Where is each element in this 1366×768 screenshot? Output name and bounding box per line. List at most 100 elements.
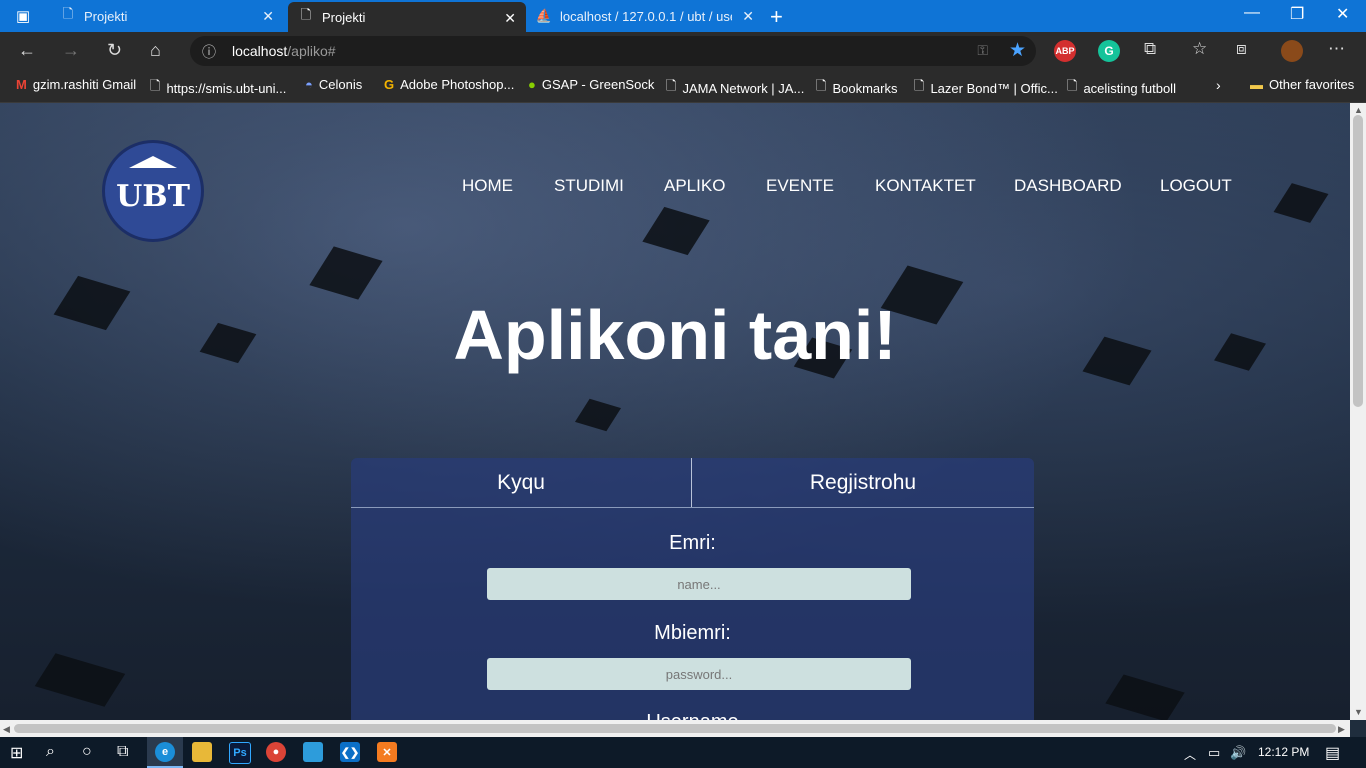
address-toolbar: ← → ↻ ⌂ ⓘ localhost/apliko# ⚿ ★ ABP G ⧉ … (0, 32, 1366, 70)
cortana-icon[interactable]: ○ (82, 743, 92, 761)
page-icon: 🗋 (150, 78, 161, 93)
grammarly-icon[interactable]: G (1098, 40, 1120, 62)
adblock-plus-icon[interactable]: ABP (1054, 40, 1076, 62)
tab-regjistrohu[interactable]: Regjistrohu (692, 458, 1034, 507)
graduation-cap-decoration (574, 398, 622, 432)
bookmark-item[interactable]: 🗋 https://smis.ubt-uni... (150, 77, 286, 99)
application-form-card: Kyqu Regjistrohu Emri: Mbiemri: Username (351, 458, 1034, 720)
back-icon[interactable]: ← (18, 40, 36, 61)
bookmark-item[interactable]: 🗋 Bookmarks (816, 77, 897, 99)
scroll-thumb[interactable] (1353, 115, 1363, 407)
other-favorites[interactable]: ▬ Other favorites (1250, 77, 1354, 92)
gmail-icon: M (16, 77, 27, 92)
tab-projekti-1[interactable]: 🗋 Projekti ✕ (50, 0, 284, 32)
photoshop-icon[interactable]: Ps (229, 742, 251, 764)
nav-evente[interactable]: EVENTE (766, 176, 834, 196)
forward-icon[interactable]: → (62, 40, 80, 61)
page-icon: 🗋 (816, 78, 827, 93)
tab-title: Projekti (322, 9, 366, 25)
tab-title: localhost / 127.0.0.1 / ubt / users (560, 8, 732, 24)
graduation-cap-decoration (34, 653, 126, 707)
minimize-icon[interactable]: — (1244, 4, 1260, 22)
windows-start-icon[interactable]: ⊞ (10, 743, 23, 763)
vscode-icon[interactable]: ❮❯ (340, 742, 360, 762)
bookmark-item[interactable]: 🗋 Lazer Bond™ | Offic... (914, 77, 1058, 99)
bookmark-item[interactable]: ● GSAP - GreenSock (528, 77, 654, 92)
edge-icon[interactable]: e (155, 742, 175, 762)
file-explorer-icon[interactable] (192, 742, 212, 762)
battery-icon[interactable]: ▭ (1208, 745, 1220, 761)
close-window-icon[interactable]: ✕ (1336, 4, 1349, 24)
notifications-icon[interactable]: ▤ (1325, 743, 1340, 763)
tab-phpmyadmin[interactable]: ⛵ localhost / 127.0.0.1 / ubt / users ✕ (528, 0, 764, 32)
scroll-left-icon[interactable]: ◀ (3, 724, 10, 735)
horizontal-scrollbar[interactable]: ◀ ▶ (0, 720, 1350, 737)
emri-input[interactable] (487, 568, 911, 600)
more-menu-icon[interactable]: ⋯ (1328, 39, 1345, 59)
bookmark-item[interactable]: 🗋 JAMA Network | JA... (666, 77, 804, 99)
notepad-icon[interactable] (303, 742, 323, 762)
folder-icon: ▬ (1250, 77, 1263, 92)
windows-taskbar: ⊞ ⌕ ○ ⧉ e Ps ● ❮❯ ✕ ︿ ▭ 🔊 12:12 PM ▤ (0, 737, 1366, 768)
scroll-up-icon[interactable]: ▲ (1354, 105, 1363, 115)
google-icon: G (384, 77, 395, 92)
site-info-icon[interactable]: ⓘ (202, 42, 216, 62)
search-icon[interactable]: ⌕ (46, 743, 55, 761)
tab-title: Projekti (84, 8, 128, 24)
favorite-star-icon[interactable]: ★ (1009, 39, 1026, 62)
url-text[interactable]: localhost/apliko# (232, 43, 336, 59)
bookmark-item[interactable]: 🗋 acelisting futboll (1067, 77, 1176, 99)
hero-title: Aplikoni tani! (453, 296, 897, 374)
collections-icon[interactable]: ⧈ (1236, 39, 1247, 59)
graduation-cap-decoration (309, 246, 383, 300)
extensions-icon[interactable]: ⧉ (1144, 39, 1156, 59)
nav-home[interactable]: HOME (462, 176, 513, 196)
graduation-cap-decoration (1105, 674, 1185, 720)
xampp-icon[interactable]: ✕ (377, 742, 397, 762)
chevron-up-icon[interactable]: ︿ (1184, 746, 1196, 763)
bookmark-item[interactable]: G Adobe Photoshop... (384, 77, 514, 92)
celonis-icon: ◓ (305, 77, 313, 92)
tab-kyqu[interactable]: Kyqu (351, 458, 691, 507)
new-tab-icon[interactable]: + (770, 4, 783, 30)
tab-actions-icon[interactable]: ▣ (16, 7, 30, 25)
mbiemri-label: Mbiemri: (654, 622, 731, 644)
password-key-icon[interactable]: ⚿ (977, 42, 988, 59)
chrome-icon[interactable]: ● (266, 742, 286, 762)
browser-tab-bar: ▣ 🗋 Projekti ✕ 🗋 Projekti ✕ ⛵ localhost … (0, 0, 1366, 32)
nav-studimi[interactable]: STUDIMI (554, 176, 624, 196)
mbiemri-input[interactable] (487, 658, 911, 690)
refresh-icon[interactable]: ↻ (107, 40, 122, 61)
vertical-scrollbar[interactable]: ▲ ▼ (1350, 103, 1366, 720)
nav-logout[interactable]: LOGOUT (1160, 176, 1232, 196)
page-viewport: UBT HOME STUDIMI APLIKO EVENTE KONTAKTET… (0, 103, 1350, 720)
task-view-icon[interactable]: ⧉ (117, 743, 128, 761)
profile-avatar[interactable] (1281, 40, 1303, 62)
nav-dashboard[interactable]: DASHBOARD (1014, 176, 1122, 196)
phpmyadmin-icon: ⛵ (535, 8, 553, 23)
scroll-right-icon[interactable]: ▶ (1338, 724, 1345, 735)
scroll-down-icon[interactable]: ▼ (1354, 707, 1363, 717)
username-label: Username (351, 711, 1034, 720)
nav-kontaktet[interactable]: KONTAKTET (875, 176, 976, 196)
home-icon[interactable]: ⌂ (150, 40, 161, 61)
page-icon: 🗋 (62, 6, 74, 21)
restore-icon[interactable]: ❐ (1290, 4, 1304, 24)
chevron-right-icon[interactable]: › (1216, 77, 1221, 93)
clock[interactable]: 12:12 PM (1258, 745, 1309, 759)
page-icon: 🗋 (300, 7, 312, 22)
ubt-logo[interactable]: UBT (102, 140, 204, 242)
form-tabs: Kyqu Regjistrohu (351, 458, 1034, 508)
scroll-thumb[interactable] (14, 724, 1336, 733)
close-icon[interactable]: ✕ (742, 8, 754, 25)
greensock-icon: ● (528, 77, 536, 92)
close-icon[interactable]: ✕ (262, 8, 274, 25)
close-icon[interactable]: ✕ (504, 10, 516, 27)
favorites-icon[interactable]: ☆ (1192, 39, 1207, 59)
tab-projekti-active[interactable]: 🗋 Projekti ✕ (288, 2, 526, 32)
nav-apliko[interactable]: APLIKO (664, 176, 725, 196)
url-input[interactable]: ⓘ localhost/apliko# ⚿ ★ (190, 36, 1036, 66)
volume-icon[interactable]: 🔊 (1230, 745, 1246, 761)
bookmark-item[interactable]: ◓ Celonis (305, 77, 362, 92)
bookmark-item[interactable]: Mgzim.rashiti Gmail (16, 77, 136, 92)
